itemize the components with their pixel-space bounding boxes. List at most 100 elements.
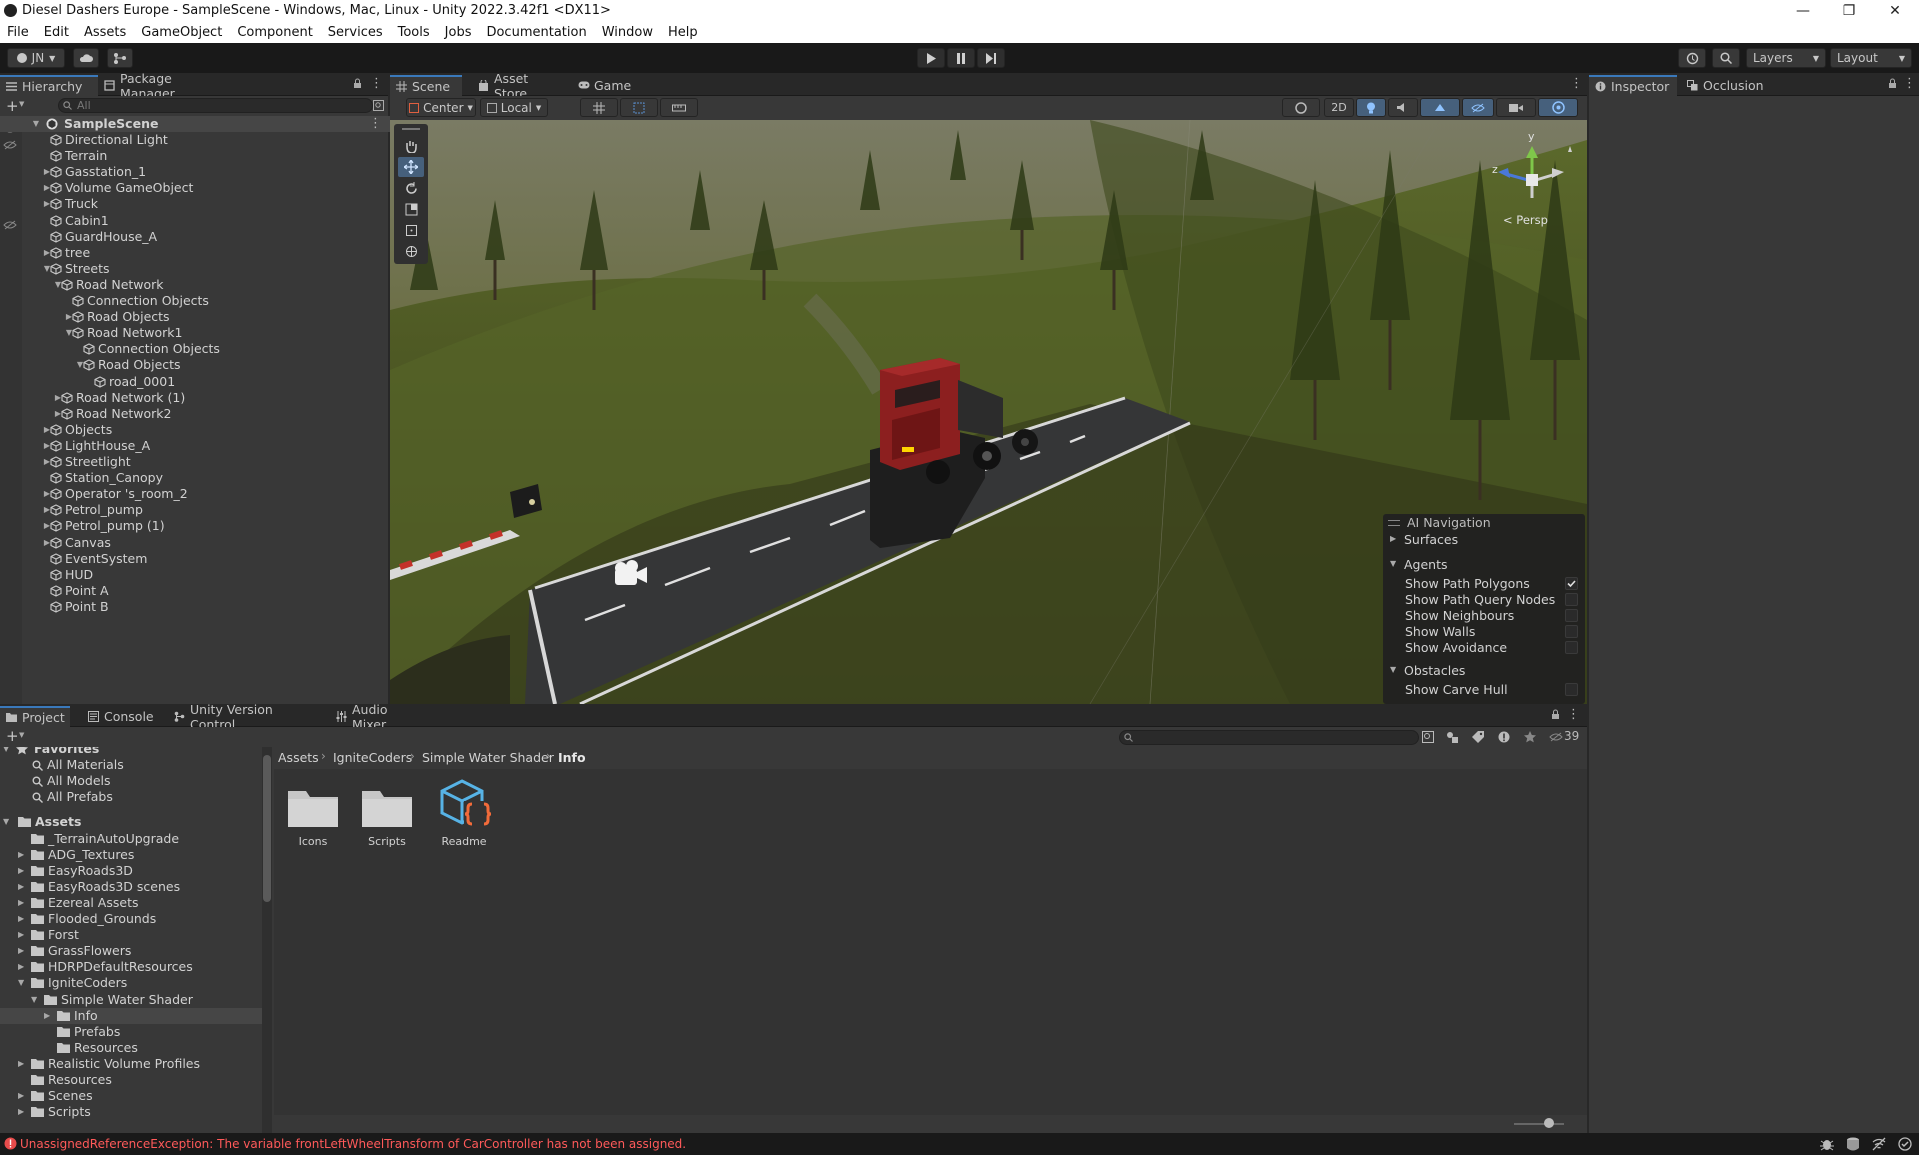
chevron-down-icon[interactable]: ▼ bbox=[31, 992, 37, 1008]
favorites-foldout[interactable]: ▼ Favorites bbox=[0, 747, 262, 757]
hierarchy-item[interactable]: EventSystem bbox=[0, 551, 390, 567]
snap-increment-button[interactable] bbox=[620, 98, 658, 117]
project-folder-item[interactable]: Prefabs bbox=[0, 1024, 262, 1040]
play-button[interactable] bbox=[917, 48, 945, 68]
ruler-button[interactable] bbox=[660, 98, 698, 117]
chevron-right-icon[interactable]: ▶ bbox=[18, 911, 24, 927]
hierarchy-item[interactable]: ▶ Streetlight bbox=[0, 454, 390, 470]
camera-dropdown[interactable] bbox=[1496, 98, 1536, 117]
menu-component[interactable]: Component bbox=[230, 25, 320, 40]
maximize-button[interactable]: ❐ bbox=[1826, 0, 1872, 22]
breadcrumb-ignitecoders[interactable]: IgniteCoders bbox=[333, 750, 412, 765]
checkbox[interactable] bbox=[1565, 577, 1578, 590]
minimize-button[interactable]: — bbox=[1780, 0, 1826, 22]
menu-tools[interactable]: Tools bbox=[391, 25, 438, 40]
project-folder-item[interactable]: ▶ Info bbox=[0, 1007, 262, 1024]
step-button[interactable] bbox=[977, 48, 1005, 68]
hierarchy-item[interactable]: ▼ Road Network bbox=[0, 277, 390, 293]
tab-hierarchy[interactable]: Hierarchy bbox=[0, 75, 98, 96]
hierarchy-item[interactable]: Directional Light bbox=[0, 132, 390, 148]
chevron-right-icon[interactable]: ▶ bbox=[18, 863, 24, 879]
account-dropdown[interactable]: JN ▼ bbox=[7, 48, 65, 68]
hierarchy-item[interactable]: ▶ Volume GameObject bbox=[0, 180, 390, 196]
asset-folder-scripts[interactable]: Scripts bbox=[362, 785, 412, 857]
scene-row[interactable]: ▼ SampleScene ⋮ bbox=[0, 116, 390, 132]
chevron-down-icon[interactable]: ▼ bbox=[3, 814, 9, 830]
transform-tool[interactable] bbox=[398, 241, 424, 261]
menu-file[interactable]: File bbox=[0, 25, 37, 40]
chevron-down-icon[interactable]: ▼ bbox=[19, 731, 24, 739]
tab-project[interactable]: Project bbox=[0, 706, 70, 727]
chevron-right-icon[interactable]: ▶ bbox=[44, 1008, 50, 1024]
status-error-message[interactable]: UnassignedReferenceException: The variab… bbox=[20, 1137, 686, 1151]
chevron-right-icon[interactable]: ▶ bbox=[18, 959, 24, 975]
project-folder-item[interactable]: ▶ EasyRoads3D scenes bbox=[0, 879, 262, 895]
chevron-down-icon[interactable]: ▼ bbox=[18, 975, 24, 991]
breadcrumb-simple-water-shader[interactable]: Simple Water Shader bbox=[422, 750, 554, 765]
space-local-dropdown[interactable]: Local ▼ bbox=[480, 98, 548, 117]
obstacles-foldout[interactable]: ▼ Obstacles bbox=[1383, 663, 1585, 681]
menu-help[interactable]: Help bbox=[661, 25, 706, 40]
favorite-item[interactable]: All Materials bbox=[0, 757, 262, 773]
hierarchy-item[interactable]: ▶ Road Objects bbox=[0, 309, 390, 325]
layers-dropdown[interactable]: Layers ▼ bbox=[1746, 48, 1826, 68]
cloud-button[interactable] bbox=[73, 48, 99, 68]
chevron-right-icon[interactable]: ▶ bbox=[18, 927, 24, 943]
more-options-icon[interactable]: ⋮ bbox=[1903, 76, 1916, 91]
rotate-tool[interactable] bbox=[398, 178, 424, 198]
project-folder-item[interactable]: _TerrainAutoUpgrade bbox=[0, 831, 262, 847]
chevron-right-icon[interactable]: ▶ bbox=[18, 1088, 24, 1104]
project-folder-item[interactable]: ▶ Forst bbox=[0, 927, 262, 943]
chevron-right-icon[interactable]: ▶ bbox=[18, 847, 24, 863]
hierarchy-item[interactable]: ▶ Gasstation_1 bbox=[0, 164, 390, 180]
search-by-type-icon[interactable] bbox=[1422, 731, 1434, 743]
checkbox[interactable] bbox=[1565, 593, 1578, 606]
hierarchy-item[interactable]: ▶ Objects bbox=[0, 422, 390, 438]
hierarchy-item[interactable]: ▶ Road Network2 bbox=[0, 406, 390, 422]
check-circle-icon[interactable] bbox=[1898, 1137, 1912, 1151]
hierarchy-item[interactable]: Cabin1 bbox=[0, 213, 390, 229]
checkbox[interactable] bbox=[1565, 683, 1578, 696]
menu-window[interactable]: Window bbox=[595, 25, 661, 40]
project-folder-item[interactable]: ▶ Realistic Volume Profiles bbox=[0, 1056, 262, 1072]
favorite-item[interactable]: All Models bbox=[0, 773, 262, 789]
project-folder-item[interactable]: ▶ EasyRoads3D bbox=[0, 863, 262, 879]
tab-occlusion[interactable]: Occlusion bbox=[1681, 75, 1771, 96]
project-folder-item[interactable]: ▼ IgniteCoders bbox=[0, 975, 262, 991]
more-options-icon[interactable]: ⋮ bbox=[370, 76, 383, 91]
nav-option-row[interactable]: Show Carve Hull bbox=[1383, 682, 1585, 698]
bug-icon[interactable] bbox=[1820, 1137, 1834, 1151]
tab-console[interactable]: Console bbox=[82, 706, 160, 727]
menu-assets[interactable]: Assets bbox=[77, 25, 134, 40]
hierarchy-item[interactable]: ▶ tree bbox=[0, 245, 390, 261]
hierarchy-item[interactable]: ▶ Truck bbox=[0, 196, 390, 212]
lock-icon[interactable] bbox=[1551, 709, 1560, 720]
hierarchy-search-input[interactable]: All bbox=[58, 98, 373, 113]
tab-audio-mixer[interactable]: Audio Mixer bbox=[330, 702, 430, 732]
hierarchy-item[interactable]: ▶ Road Network (1) bbox=[0, 390, 390, 406]
add-icon[interactable]: + bbox=[6, 97, 19, 115]
tab-asset-store[interactable]: Asset Store bbox=[472, 71, 570, 101]
breadcrumb-assets[interactable]: Assets bbox=[278, 750, 319, 765]
lock-icon[interactable] bbox=[353, 78, 362, 89]
eye-off-icon[interactable] bbox=[1549, 732, 1563, 742]
project-folder-item[interactable]: ▶ Flooded_Grounds bbox=[0, 911, 262, 927]
lighting-toggle[interactable] bbox=[1356, 98, 1386, 117]
menu-jobs[interactable]: Jobs bbox=[438, 25, 480, 40]
draw-mode-dropdown[interactable] bbox=[1282, 98, 1320, 117]
log-filter-icon[interactable] bbox=[1498, 731, 1510, 743]
drag-handle-icon[interactable] bbox=[402, 128, 420, 130]
icon-size-slider[interactable] bbox=[1514, 1123, 1564, 1125]
add-icon[interactable]: + bbox=[6, 727, 19, 745]
project-folder-item[interactable]: ▶ Scenes bbox=[0, 1088, 262, 1104]
scene-search-icon[interactable] bbox=[373, 100, 384, 111]
chevron-down-icon[interactable]: ▼ bbox=[31, 116, 41, 132]
menu-gameobject[interactable]: GameObject bbox=[134, 25, 230, 40]
scale-tool[interactable] bbox=[398, 199, 424, 219]
tab-version-control[interactable]: Unity Version Control bbox=[168, 702, 328, 732]
pivot-center-dropdown[interactable]: Center ▼ bbox=[406, 98, 476, 117]
label-tag-icon[interactable] bbox=[1472, 731, 1484, 743]
checkbox[interactable] bbox=[1565, 625, 1578, 638]
menu-documentation[interactable]: Documentation bbox=[479, 25, 594, 40]
search-button[interactable] bbox=[1712, 48, 1740, 68]
